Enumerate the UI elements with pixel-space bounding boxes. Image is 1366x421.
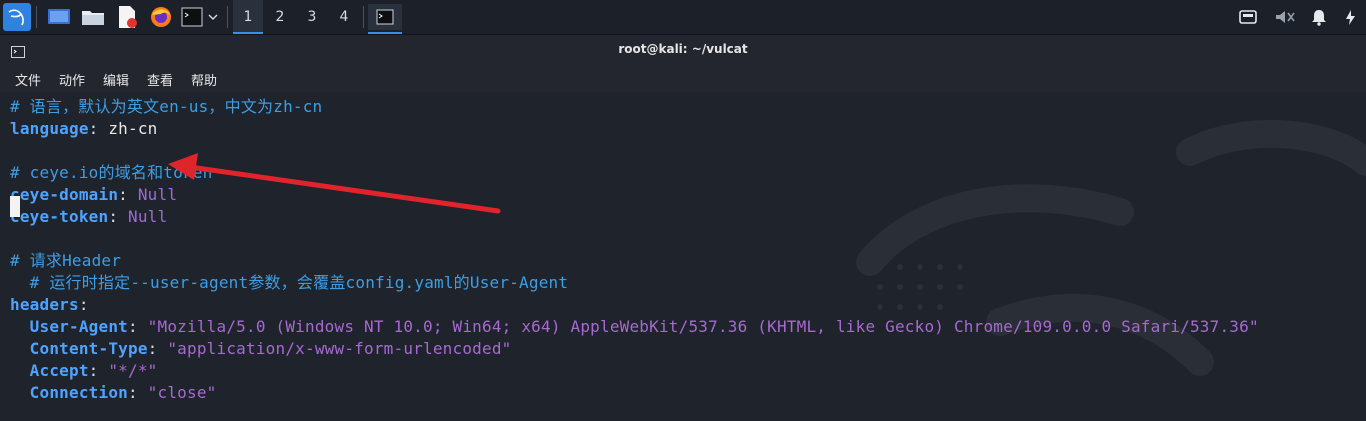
terminal-window: root@kali: ~/vulcat 文件 动作 编辑 查看 帮助 # 语言，… [0,35,1366,421]
notifications-icon[interactable] [1308,4,1330,30]
menu-view[interactable]: 查看 [147,70,173,89]
terminal-content[interactable]: # 语言，默认为英文en-us，中文为zh-cn language: zh-cn #… [0,92,1366,421]
terminal-icon[interactable] [180,4,204,30]
firefox-icon[interactable] [148,4,174,30]
window-titlebar[interactable]: root@kali: ~/vulcat [0,35,1366,64]
menu-help[interactable]: 帮助 [191,70,217,89]
volume-muted-icon[interactable] [1272,4,1298,30]
text-editor-icon[interactable] [114,4,140,30]
menu-edit[interactable]: 编辑 [103,70,129,89]
taskbar-separator [363,6,364,28]
chevron-down-icon[interactable] [206,4,220,30]
desktop-icon[interactable] [46,4,72,30]
taskbar-separator [227,6,228,28]
workspace-2[interactable]: 2 [265,0,295,34]
menu-bar: 文件 动作 编辑 查看 帮助 [0,64,1366,92]
menu-file[interactable]: 文件 [15,70,41,89]
window-title: root@kali: ~/vulcat [618,42,748,56]
power-icon[interactable] [1340,4,1362,30]
taskbar-separator [36,6,37,28]
terminal-icon [376,9,394,25]
kali-menu-icon[interactable] [3,3,31,31]
menu-actions[interactable]: 动作 [59,70,85,89]
workspace-3[interactable]: 3 [297,0,327,34]
file-manager-icon[interactable] [80,4,106,30]
workspace-1[interactable]: 1 [233,0,263,34]
annotation-arrow [168,153,501,214]
network-icon[interactable] [1237,4,1259,30]
taskbar: 1 2 3 4 [0,0,1366,35]
terminal-task-button[interactable] [368,4,402,34]
workspace-4[interactable]: 4 [329,0,359,34]
